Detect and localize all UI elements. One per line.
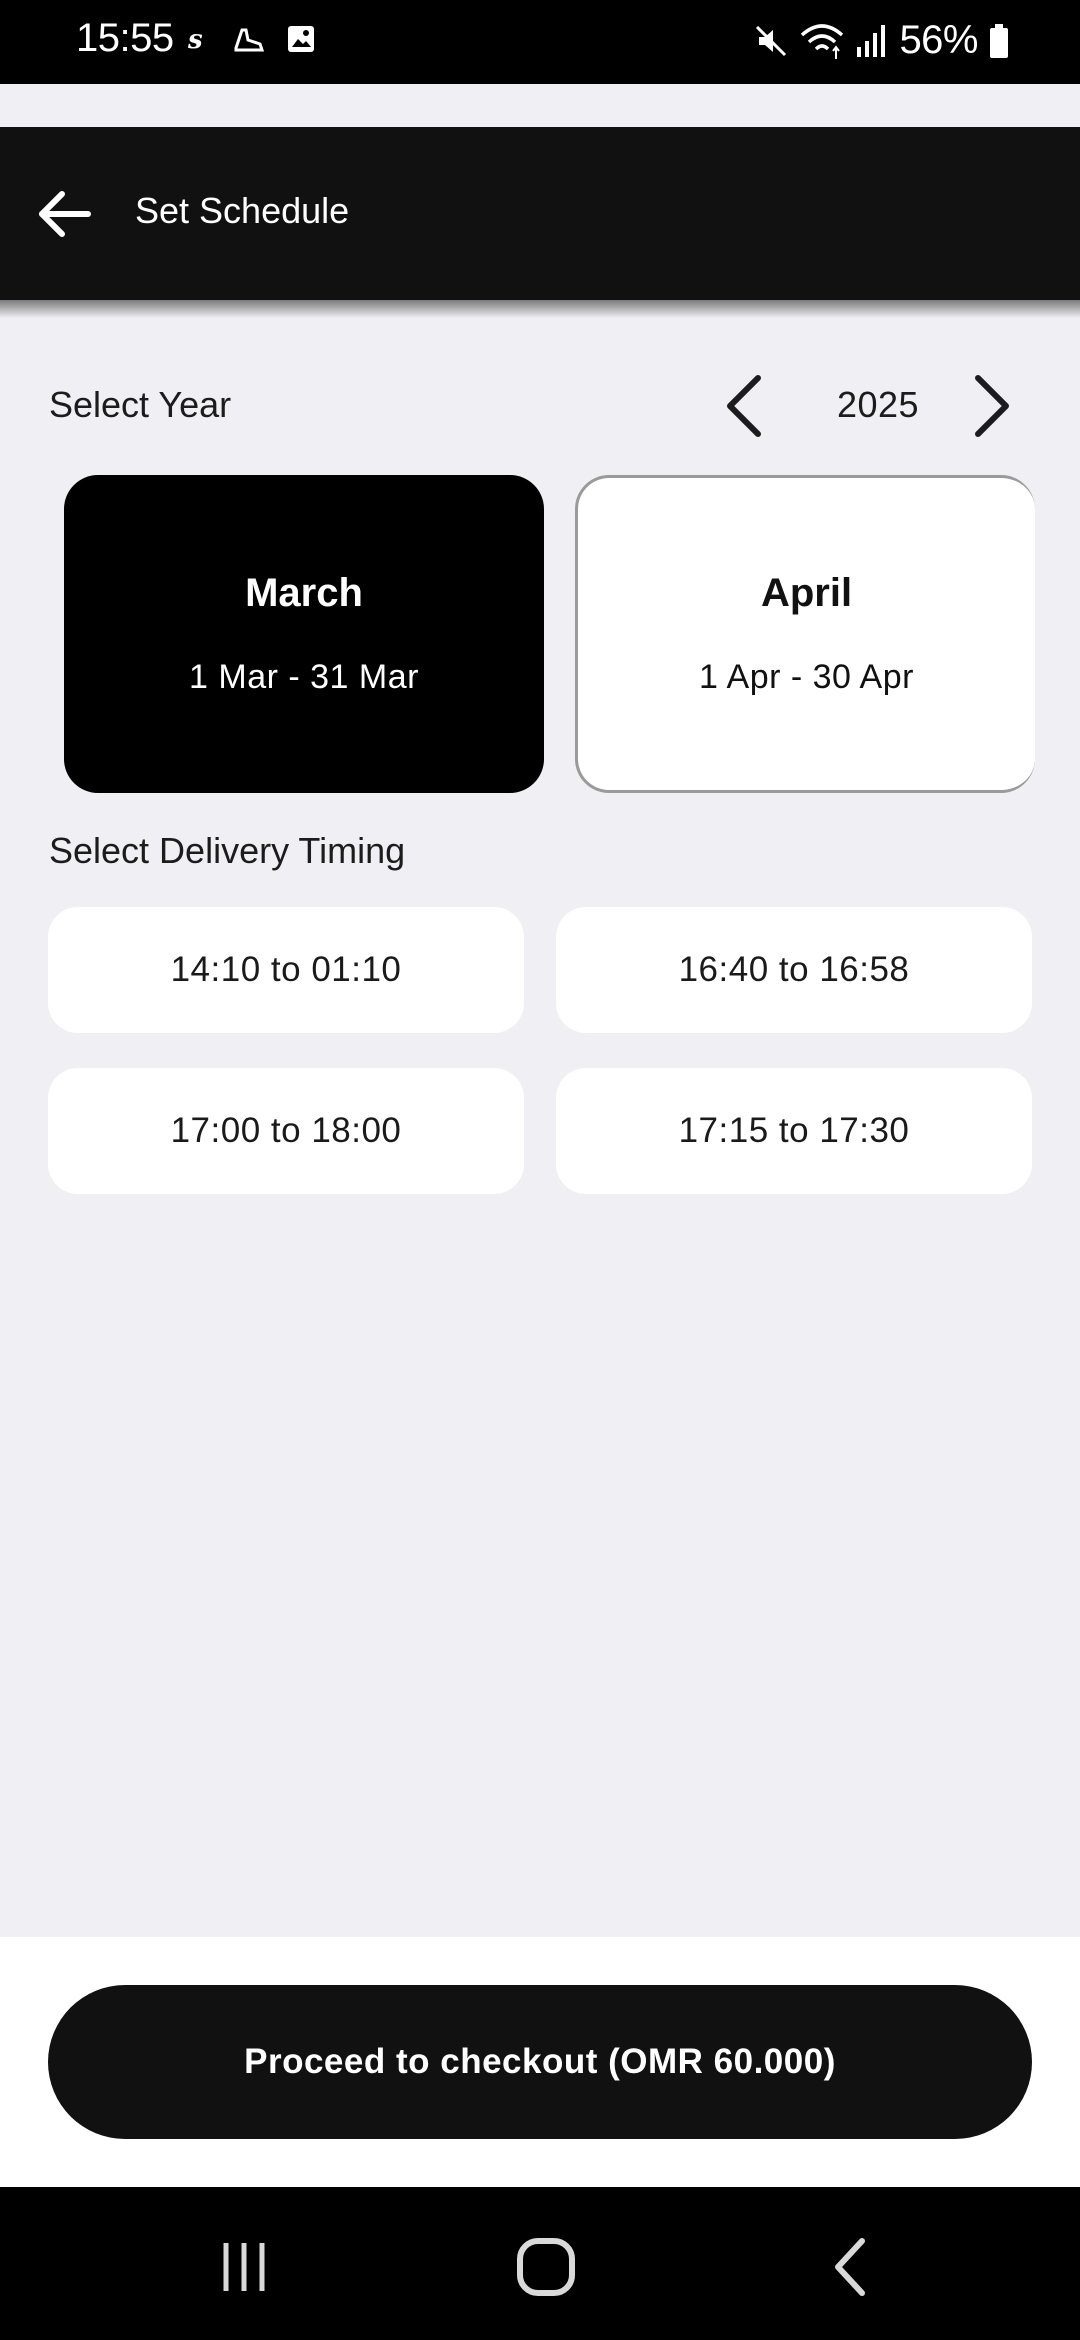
home-button[interactable] (506, 2235, 586, 2299)
selected-year: 2025 (836, 384, 920, 425)
sneaker-icon (232, 22, 266, 56)
select-year-label: Select Year (49, 384, 232, 425)
status-notification-icons: s (180, 22, 318, 56)
recent-apps-icon (223, 2243, 265, 2291)
wifi-icon (801, 23, 844, 59)
recent-apps-button[interactable] (204, 2235, 284, 2299)
battery-icon (990, 23, 1008, 58)
back-chevron-icon (835, 2238, 865, 2296)
next-year-button[interactable] (964, 370, 1020, 442)
month-range: 1 Mar - 31 Mar (189, 658, 419, 696)
time-slot[interactable]: 14:10 to 01:10 (48, 907, 524, 1033)
mute-icon (756, 25, 787, 56)
month-name: March (245, 571, 363, 615)
time-slot[interactable]: 17:00 to 18:00 (48, 1068, 524, 1194)
status-time: 15:55 (76, 16, 174, 60)
signal-icon (857, 24, 886, 57)
app-bar-shadow (0, 300, 1080, 318)
chevron-right-icon (975, 375, 1009, 437)
checkout-button[interactable]: Proceed to checkout (OMR 60.000) (48, 1985, 1032, 2139)
month-card-april[interactable]: April 1 Apr - 30 Apr (575, 475, 1035, 793)
gallery-icon (284, 22, 318, 56)
page-title: Set Schedule (135, 190, 350, 231)
s-app-icon: s (180, 22, 214, 56)
time-slot[interactable]: 16:40 to 16:58 (556, 907, 1032, 1033)
arrow-left-icon (39, 191, 91, 237)
month-range: 1 Apr - 30 Apr (699, 658, 914, 696)
back-button[interactable] (30, 180, 98, 248)
svg-text:s: s (187, 25, 203, 54)
battery-percentage: 56% (899, 18, 978, 62)
select-delivery-timing-label: Select Delivery Timing (49, 830, 406, 871)
time-slot[interactable]: 17:15 to 17:30 (556, 1068, 1032, 1194)
month-card-march[interactable]: March 1 Mar - 31 Mar (64, 475, 544, 793)
chevron-left-icon (727, 375, 761, 437)
previous-year-button[interactable] (716, 370, 772, 442)
home-icon (517, 2238, 575, 2296)
status-system-icons: 56% (753, 18, 1010, 63)
schedule-screen: 15:55 s 56% Set Schedule Select Year 202… (0, 0, 1080, 2340)
status-bar: 15:55 s 56% (0, 0, 1080, 84)
system-back-button[interactable] (810, 2235, 890, 2299)
month-name: April (760, 571, 853, 615)
